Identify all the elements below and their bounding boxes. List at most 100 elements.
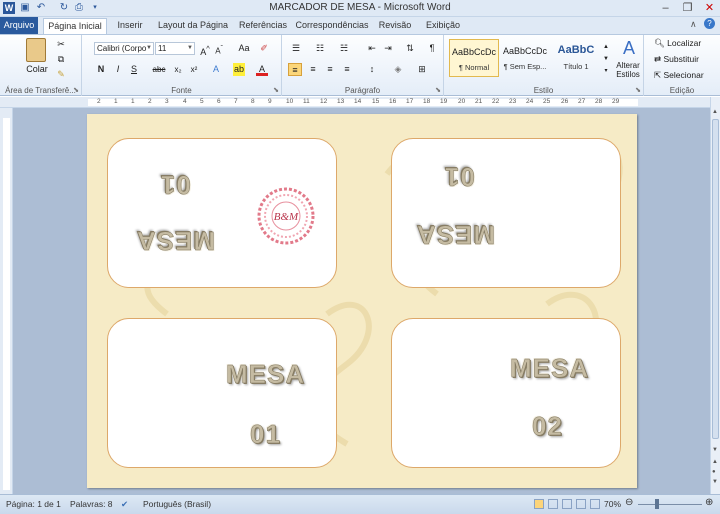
- tab-view[interactable]: Exibição: [419, 17, 467, 34]
- styles-launcher-icon[interactable]: ⬊: [635, 86, 641, 94]
- font-color-icon[interactable]: A: [256, 63, 268, 76]
- horizontal-ruler[interactable]: 2 1 1 2 3 4 5 6 7 8 9 10 11 12 13 14 15 16 17 18 19 20 21 22 23 2…: [0, 97, 711, 108]
- text-effects-icon[interactable]: A: [210, 63, 222, 76]
- paste-button[interactable]: Colar: [22, 63, 52, 76]
- draft-icon[interactable]: [590, 499, 600, 509]
- zoom-out-icon[interactable]: ⊖: [625, 497, 633, 508]
- tab-page-layout[interactable]: Layout da Página: [153, 17, 233, 34]
- card-4-number: 02: [532, 411, 563, 442]
- change-styles-button[interactable]: Alterar Estilos: [612, 61, 644, 79]
- scroll-down-icon[interactable]: ▼: [712, 447, 718, 453]
- maximize-icon[interactable]: ❐: [677, 0, 698, 16]
- font-launcher-icon[interactable]: ⬊: [273, 86, 279, 94]
- title-bar: W ▣ ↶ ↻ ⎙ ▾ MARCADOR DE MESA - Microsoft…: [0, 0, 720, 17]
- styles-more-icon[interactable]: ▾: [602, 65, 610, 78]
- print-layout-icon[interactable]: [534, 499, 544, 509]
- numbering-icon[interactable]: ☷: [312, 42, 328, 55]
- align-center-icon[interactable]: ≡: [306, 63, 320, 76]
- align-right-icon[interactable]: ≡: [323, 63, 337, 76]
- italic-button[interactable]: I: [113, 63, 123, 76]
- zoom-slider[interactable]: [638, 504, 702, 505]
- tab-references[interactable]: Referências: [235, 17, 291, 34]
- change-styles-icon[interactable]: A: [620, 38, 638, 58]
- bullets-icon[interactable]: ☰: [288, 42, 304, 55]
- scroll-up-icon[interactable]: ▲: [712, 109, 718, 115]
- multilevel-list-icon[interactable]: ☵: [336, 42, 352, 55]
- ruler-tick-label: 18: [423, 98, 431, 105]
- place-card-2[interactable]: MESA 01: [391, 138, 621, 288]
- zoom-in-icon[interactable]: ⊕: [705, 497, 713, 508]
- line-spacing-icon[interactable]: ↕: [364, 63, 380, 76]
- language[interactable]: Português (Brasil): [143, 499, 211, 509]
- clear-formatting-icon[interactable]: ✐: [258, 42, 270, 55]
- next-page-icon[interactable]: ▼: [712, 479, 718, 485]
- word-count[interactable]: Palavras: 8: [70, 499, 113, 509]
- dialog-launcher-icon[interactable]: ⬊: [73, 86, 79, 94]
- underline-button[interactable]: S: [129, 63, 139, 76]
- tab-file[interactable]: Arquivo: [0, 17, 38, 34]
- tab-review[interactable]: Revisão: [373, 17, 417, 34]
- tab-mailings[interactable]: Correspondências: [293, 17, 371, 34]
- select-button[interactable]: ⇱ Selecionar: [654, 70, 704, 81]
- tab-insert[interactable]: Inserir: [109, 17, 151, 34]
- paragraph-launcher-icon[interactable]: ⬊: [435, 86, 441, 94]
- ruler-tick-label: 22: [492, 98, 500, 105]
- place-card-4[interactable]: MESA 02: [391, 318, 621, 468]
- cut-icon[interactable]: ✂: [55, 38, 67, 51]
- justify-icon[interactable]: ≡: [340, 63, 354, 76]
- vertical-ruler[interactable]: [0, 108, 13, 494]
- style-heading-1[interactable]: AaBbC Título 1: [551, 39, 601, 77]
- proofing-icon[interactable]: ✔: [121, 499, 128, 510]
- find-button[interactable]: 🔍︎ Localizar: [654, 38, 701, 49]
- style-normal[interactable]: AaBbCcDc ¶ Normal: [449, 39, 499, 77]
- ruler-tick-label: 25: [543, 98, 551, 105]
- zoom-slider-thumb[interactable]: [655, 499, 659, 509]
- format-painter-icon[interactable]: ✎: [55, 68, 67, 81]
- ribbon-minimize-icon[interactable]: ∧: [690, 19, 697, 30]
- browse-object-icon[interactable]: ●: [712, 469, 716, 475]
- place-card-3[interactable]: MESA 01: [107, 318, 337, 468]
- increase-indent-icon[interactable]: ⇥: [382, 42, 394, 55]
- zoom-level[interactable]: 70%: [604, 499, 621, 509]
- superscript-button[interactable]: x²: [188, 63, 200, 76]
- help-icon[interactable]: ?: [704, 18, 715, 29]
- ribbon-tabs: Arquivo Página Inicial Inserir Layout da…: [0, 17, 720, 34]
- show-marks-icon[interactable]: ¶: [426, 42, 438, 55]
- tab-home[interactable]: Página Inicial: [43, 18, 107, 34]
- strikethrough-button[interactable]: abc: [151, 63, 167, 76]
- ruler-tick-label: 9: [268, 98, 272, 105]
- font-family-select[interactable]: Calibri (Corpo ▼: [94, 42, 154, 55]
- web-layout-icon[interactable]: [562, 499, 572, 509]
- document-page[interactable]: MESA 01 B&M MESA 01 MESA 01 MESA 02: [87, 114, 637, 488]
- page-count[interactable]: Página: 1 de 1: [6, 499, 61, 509]
- grow-font-icon[interactable]: A^: [199, 42, 211, 57]
- subscript-button[interactable]: x₂: [172, 63, 184, 76]
- scroll-thumb[interactable]: [712, 119, 719, 439]
- shrink-font-icon[interactable]: Aˇ: [213, 42, 225, 56]
- replace-button[interactable]: ⇄ Substituir: [654, 54, 699, 65]
- full-screen-icon[interactable]: [548, 499, 558, 509]
- ruler-tick-label: 11: [303, 98, 310, 105]
- align-left-icon[interactable]: ≡: [288, 63, 302, 76]
- card-1-number: 01: [160, 170, 191, 201]
- monogram-wreath-icon: B&M: [257, 187, 315, 245]
- change-case-icon[interactable]: Aa: [236, 42, 252, 55]
- copy-icon[interactable]: ⧉: [55, 53, 67, 66]
- monogram-text: B&M: [274, 211, 299, 223]
- font-group-label: Fonte: [171, 86, 192, 95]
- prev-page-icon[interactable]: ▲: [712, 459, 718, 465]
- font-size-select[interactable]: 11 ▼: [155, 42, 195, 55]
- shading-icon[interactable]: ◈: [390, 63, 406, 76]
- vertical-scrollbar[interactable]: ▲ ▼ ▲ ● ▼: [710, 97, 720, 494]
- place-card-1[interactable]: MESA 01 B&M: [107, 138, 337, 288]
- outline-icon[interactable]: [576, 499, 586, 509]
- borders-icon[interactable]: ⊞: [414, 63, 430, 76]
- close-icon[interactable]: ✕: [699, 0, 720, 16]
- bold-button[interactable]: N: [96, 63, 106, 76]
- style-no-spacing[interactable]: AaBbCcDc ¶ Sem Esp...: [500, 39, 550, 77]
- minimize-icon[interactable]: –: [655, 0, 676, 16]
- decrease-indent-icon[interactable]: ⇤: [366, 42, 378, 55]
- sort-icon[interactable]: ⇅: [404, 42, 416, 55]
- paste-icon[interactable]: [26, 38, 46, 62]
- highlight-icon[interactable]: ab: [233, 63, 245, 76]
